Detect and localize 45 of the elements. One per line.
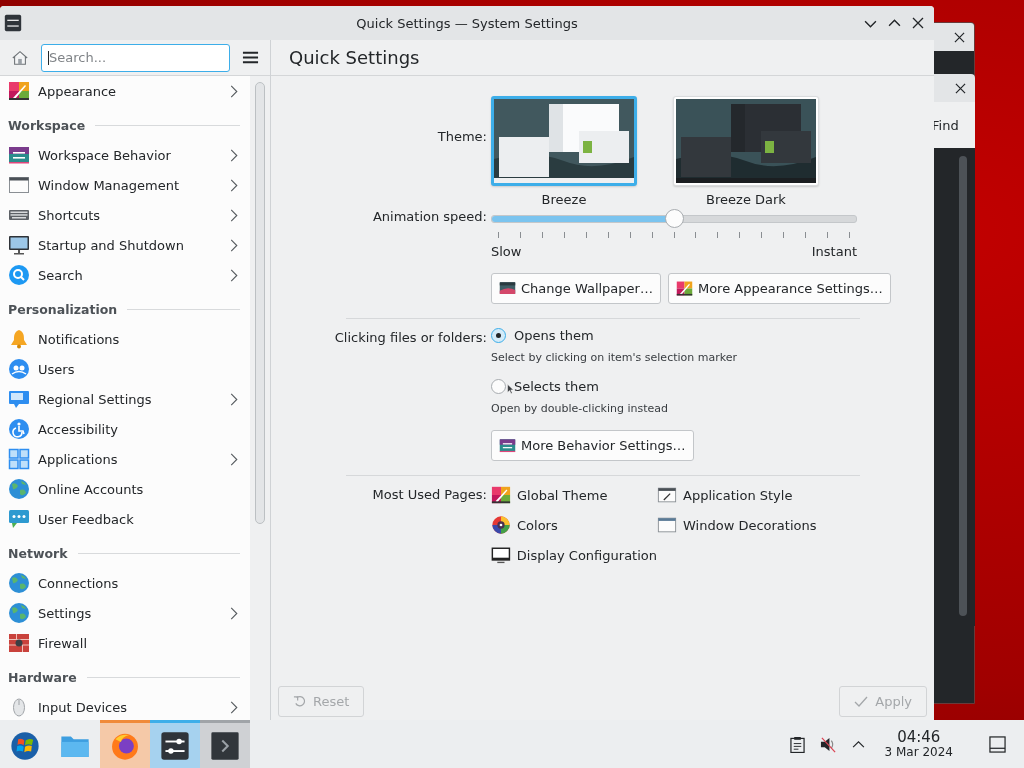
sidebar-item[interactable]: User Feedback [0, 504, 250, 534]
sidebar-item[interactable]: Appearance [0, 76, 250, 106]
settings-button[interactable]: Change Wallpaper… [491, 273, 661, 304]
settings-button[interactable]: More Appearance Settings… [667, 273, 891, 304]
field-label: Most Used Pages: [371, 486, 487, 502]
page-link[interactable]: Global Theme [491, 485, 657, 505]
sidebar-item[interactable]: Applications [0, 444, 250, 474]
field-label: Animation speed: [371, 208, 487, 224]
theme-name: Breeze Dark [706, 192, 786, 207]
window-title: Quick Settings — System Settings [356, 15, 578, 31]
clock[interactable]: 04:46 3 Mar 2024 [884, 730, 953, 758]
sidebar-item[interactable]: Workspace Behavior [0, 140, 250, 170]
sidebar-item[interactable]: Settings [0, 598, 250, 628]
sidebar-item[interactable]: Shortcuts [0, 200, 250, 230]
theme-name: Breeze [541, 192, 587, 207]
field-label: Theme: [436, 128, 487, 144]
hint-text: Select by clicking on item's selection marker [491, 351, 737, 364]
slider-max-label: Instant [811, 244, 857, 259]
search-field[interactable]: Search... [41, 43, 230, 72]
sidebar-item[interactable]: Search [0, 260, 250, 290]
slider-min-label: Slow [491, 244, 522, 259]
sidebar-item[interactable]: Notifications [0, 324, 250, 354]
page-link[interactable]: Window Decorations [657, 515, 857, 535]
section-header: Network [8, 545, 68, 561]
radio-option[interactable]: Opens them [491, 328, 594, 343]
section-header: Workspace [8, 117, 86, 133]
sidebar-item[interactable]: Firewall [0, 628, 250, 658]
section-header: Hardware [8, 669, 77, 685]
section-header: Personalization [8, 301, 118, 317]
sidebar-item[interactable]: Users [0, 354, 250, 384]
hint-text: Open by double-clicking instead [491, 402, 668, 415]
sidebar-item[interactable]: Connections [0, 568, 250, 598]
sidebar-item[interactable]: Startup and Shutdown [0, 230, 250, 260]
page-link[interactable]: Colors [491, 515, 657, 535]
sidebar-item[interactable]: Input Devices [0, 692, 250, 720]
sidebar-item[interactable]: Regional Settings [0, 384, 250, 414]
sidebar-item[interactable]: Window Management [0, 170, 250, 200]
page-title: Quick Settings [289, 47, 420, 68]
field-label: Clicking files or folders: [333, 329, 487, 345]
page-link[interactable]: Application Style [657, 485, 857, 505]
page-link[interactable]: Display Configuration [491, 545, 657, 565]
radio-option[interactable]: Selects them [491, 379, 599, 394]
sidebar-item[interactable]: Online Accounts [0, 474, 250, 504]
sidebar-item[interactable]: Accessibility [0, 414, 250, 444]
settings-button[interactable]: More Behavior Settings… [491, 430, 694, 461]
